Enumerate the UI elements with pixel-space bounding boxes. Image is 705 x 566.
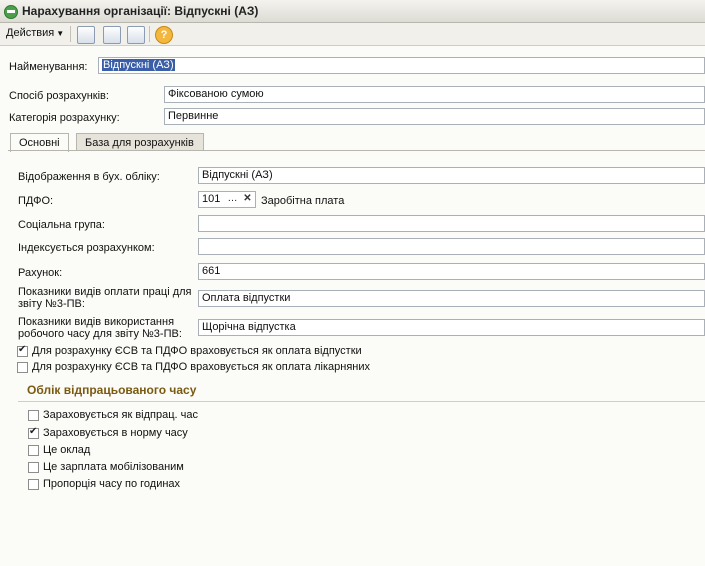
time-indicators-input[interactable]: Щорічна відпустка <box>198 319 705 336</box>
name-label: Найменування: <box>9 61 88 73</box>
worktime-checkbox-norm[interactable] <box>28 426 39 439</box>
worktime-label-proportion: Пропорція часу по годинах <box>43 478 181 490</box>
chevron-down-icon: ▼ <box>56 29 65 38</box>
account-label: Рахунок: <box>18 267 63 279</box>
refresh-icon[interactable] <box>103 26 121 44</box>
worktime-checkbox-salary[interactable] <box>28 445 39 456</box>
pdfo-code: 101 <box>202 193 221 205</box>
tab-calc-base[interactable]: База для розрахунків <box>76 133 204 151</box>
clear-icon[interactable]: ✕ <box>241 193 254 206</box>
pay-indicators-input[interactable]: Оплата відпустки <box>198 290 705 307</box>
pdfo-description: Заробітна плата <box>261 195 345 207</box>
calc-method-label: Спосіб розрахунків: <box>9 90 109 102</box>
actions-menu-label: Действия <box>6 27 55 39</box>
sick-checkbox[interactable] <box>17 362 28 373</box>
toolbar: Действия ▼ ? <box>0 23 705 46</box>
name-input[interactable]: Відпускні (АЗ) <box>98 57 705 74</box>
category-label: Категорія розрахунку: <box>9 112 120 124</box>
window-titlebar: Нарахування організації: Відпускні (АЗ) <box>0 0 705 23</box>
worktime-checkbox-proportion[interactable] <box>28 479 39 490</box>
worktime-label-salary: Це оклад <box>43 444 91 456</box>
indexed-input[interactable] <box>198 238 705 255</box>
time-indicators-label-line2: робочого часу для звіту №3-ПВ: <box>18 328 182 340</box>
category-select[interactable]: Первинне <box>164 108 705 125</box>
pay-indicators-label-line2: звіту №3-ПВ: <box>18 298 85 310</box>
worktime-label-norm: Зараховується в норму часу <box>43 427 188 439</box>
toolbar-separator <box>149 26 150 42</box>
actions-menu[interactable]: Действия ▼ <box>6 27 64 39</box>
copy-document-icon[interactable] <box>127 26 145 44</box>
social-group-label: Соціальна група: <box>18 219 105 231</box>
select-icon[interactable]: … <box>226 193 239 206</box>
time-indicators-label-line1: Показники видів використання <box>18 316 175 328</box>
worktime-label-worked: Зараховується як відпрац. час <box>43 409 198 421</box>
window-title: Нарахування організації: Відпускні (АЗ) <box>22 4 259 18</box>
accounting-label: Відображення в бух. обліку: <box>18 171 160 183</box>
pay-indicators-label-line1: Показники видів оплати праці для <box>18 286 192 298</box>
tab-divider <box>8 150 705 151</box>
vacation-checkbox-label: Для розрахунку ЄСВ та ПДФО враховується … <box>32 345 362 357</box>
sick-checkbox-label: Для розрахунку ЄСВ та ПДФО враховується … <box>32 361 371 373</box>
worktime-section-title: Облік відпрацьованого часу <box>27 383 197 397</box>
section-divider <box>18 401 705 402</box>
toolbar-separator <box>70 26 71 42</box>
save-close-icon[interactable] <box>77 26 95 44</box>
worktime-label-mobilized: Це зарплата мобілізованим <box>43 461 184 473</box>
vacation-checkbox[interactable] <box>17 344 28 357</box>
accounting-input[interactable]: Відпускні (АЗ) <box>198 167 705 184</box>
worktime-checkbox-mobilized[interactable] <box>28 462 39 473</box>
indexed-label: Індексується розрахунком: <box>18 242 155 254</box>
help-icon[interactable]: ? <box>155 26 173 44</box>
pdfo-label: ПДФО: <box>18 195 54 207</box>
name-value: Відпускні (АЗ) <box>102 59 175 71</box>
social-group-input[interactable] <box>198 215 705 232</box>
document-icon <box>4 5 18 19</box>
account-input[interactable]: 661 <box>198 263 705 280</box>
worktime-checkbox-worked[interactable] <box>28 410 39 421</box>
calc-method-select[interactable]: Фіксованою сумою <box>164 86 705 103</box>
